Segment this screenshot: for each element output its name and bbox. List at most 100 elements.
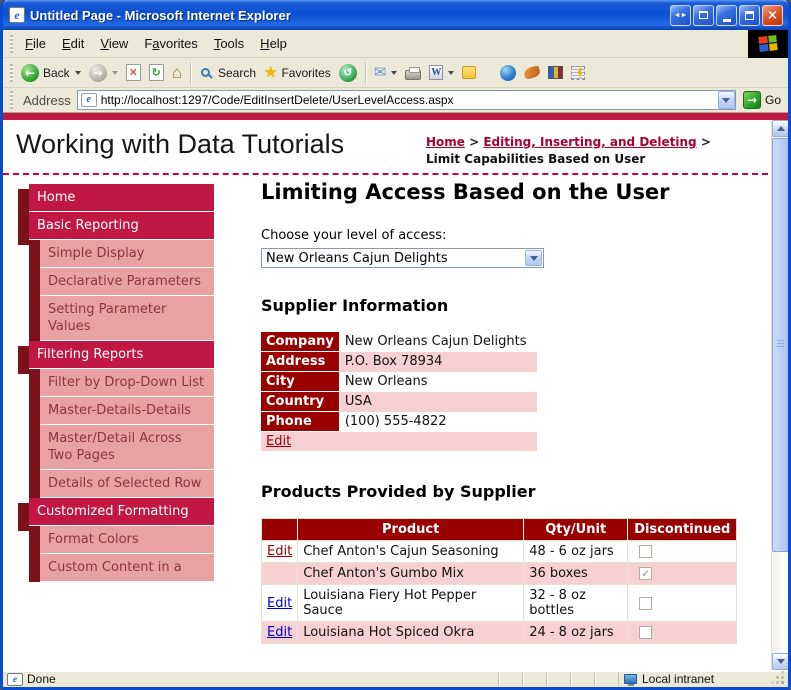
security-zone-pane: Local intranet	[618, 672, 768, 686]
menu-item-help[interactable]: Help	[252, 33, 295, 54]
product-edit-cell	[260, 562, 299, 585]
document-icon: e	[7, 672, 23, 686]
minimize-button[interactable]	[716, 4, 737, 26]
sidebar-item-customized-formatting[interactable]: Customized Formatting	[18, 498, 214, 531]
sidebar-item-master-details-details[interactable]: Master-Details-Details	[29, 397, 214, 425]
discuss-note-icon	[462, 66, 477, 79]
ie-page-icon: e	[9, 7, 25, 23]
forward-icon: →	[88, 63, 107, 82]
sidebar-item-format-colors[interactable]: Format Colors	[29, 526, 214, 554]
products-header-discontinued: Discontinued	[627, 518, 737, 541]
messenger-button[interactable]	[496, 63, 520, 83]
breadcrumb-separator: >	[464, 135, 484, 149]
supplier-field-value: New Orleans Cajun Delights	[344, 334, 527, 350]
sidebar-item-master-detail-across-two-pages[interactable]: Master/Detail Across Two Pages	[29, 425, 214, 470]
scroll-down-button[interactable]	[772, 653, 788, 670]
status-pane	[594, 672, 618, 686]
product-edit-link[interactable]: Edit	[267, 625, 292, 640]
supplier-field-value: P.O. Box 78934	[339, 351, 538, 372]
bird-icon	[523, 65, 542, 80]
mail-button[interactable]: ✉	[370, 63, 402, 82]
product-qty: 48 - 6 oz jars	[523, 540, 629, 563]
discontinued-checkbox[interactable]	[639, 545, 653, 558]
forward-button[interactable]: →	[85, 62, 122, 84]
product-edit-link[interactable]: Edit	[267, 596, 292, 611]
back-button[interactable]: ← Back	[17, 62, 85, 84]
favorites-button[interactable]: ★ Favorites	[260, 63, 335, 82]
sidebar-item-declarative-parameters[interactable]: Declarative Parameters	[29, 268, 214, 296]
addon-button[interactable]	[520, 65, 544, 80]
discontinued-checkbox[interactable]	[639, 626, 653, 639]
search-button[interactable]: Search	[195, 64, 260, 82]
product-edit-cell: Edit	[260, 621, 299, 644]
sidebar-item-home[interactable]: Home	[18, 184, 214, 217]
window-restore-extra-button[interactable]	[693, 4, 714, 26]
supplier-field-value: (100) 555-4822	[344, 414, 447, 429]
breadcrumb-current-limit-capabilities-based-on-user: Limit Capabilities Based on User	[426, 152, 646, 166]
status-pane	[546, 672, 570, 686]
sidebar-item-filter-by-drop-down-list[interactable]: Filter by Drop-Down List	[29, 369, 214, 397]
research-button[interactable]	[544, 64, 567, 81]
print-button[interactable]	[401, 64, 425, 82]
toolbar-grip[interactable]	[10, 63, 13, 82]
forward-dropdown-caret-icon	[111, 70, 118, 75]
discuss-button[interactable]	[458, 64, 480, 81]
browser-window: e Untitled Page - Microsoft Internet Exp…	[0, 0, 791, 690]
vertical-scrollbar[interactable]	[771, 120, 788, 670]
supplier-edit-row: Edit	[261, 431, 538, 451]
menu-item-file[interactable]: File	[17, 33, 54, 54]
resize-grip[interactable]	[772, 672, 786, 686]
sidebar-item-custom-content-in-a[interactable]: Custom Content in a	[29, 554, 214, 582]
refresh-button[interactable]: ↻	[145, 62, 168, 83]
window-icon	[699, 11, 708, 19]
sidebar-menu: Home Basic Reporting Simple Display Declara…	[18, 184, 214, 582]
go-label: Go	[764, 93, 781, 107]
breadcrumb-link-editing-inserting-and-deleting[interactable]: Editing, Inserting, and Deleting	[483, 135, 696, 149]
computer-icon	[624, 674, 637, 686]
menu-item-edit[interactable]: Edit	[54, 33, 92, 54]
status-bar: e Done Local intranet	[3, 670, 788, 687]
product-name: Louisiana Fiery Hot Pepper Sauce	[297, 584, 525, 622]
edit-with-word-button[interactable]: W	[425, 63, 458, 82]
sidebar-item-details-of-selected-row[interactable]: Details of Selected Row	[29, 470, 214, 498]
breadcrumb-link-home[interactable]: Home	[426, 135, 465, 149]
sidebar-item-simple-display[interactable]: Simple Display	[29, 240, 214, 268]
address-dropdown-button[interactable]	[717, 91, 735, 109]
toolbar-grip[interactable]	[10, 34, 13, 53]
sidebar-item-filtering-reports[interactable]: Filtering Reports	[18, 341, 214, 374]
maximize-button[interactable]	[739, 4, 760, 26]
history-button[interactable]: ↺	[335, 62, 361, 84]
scroll-up-button[interactable]	[772, 120, 788, 137]
select-dropdown-button[interactable]	[525, 250, 542, 266]
menu-item-view[interactable]: View	[92, 33, 136, 54]
chevron-up-icon	[776, 126, 785, 131]
product-edit-cell: Edit	[260, 540, 299, 563]
scrollbar-thumb[interactable]	[772, 138, 788, 552]
address-input[interactable]: e http://localhost:1297/Code/EditInsertD…	[76, 90, 736, 110]
books-icon	[548, 66, 564, 79]
discontinued-checkbox[interactable]	[639, 567, 653, 580]
home-button[interactable]: ⌂	[168, 62, 186, 83]
back-label: Back	[43, 65, 70, 80]
menu-item-favorites[interactable]: Favorites	[136, 33, 205, 54]
access-level-select[interactable]: New Orleans Cajun Delights	[261, 248, 544, 268]
menu-bar: File Edit View Favorites Tools Help	[3, 29, 788, 58]
go-button[interactable]: → Go	[740, 90, 784, 110]
toolbar-grip[interactable]	[10, 91, 13, 109]
access-level-label: Choose your level of access:	[261, 228, 447, 243]
script-debug-button[interactable]	[567, 64, 589, 82]
close-icon: ×	[767, 7, 778, 23]
windows-logo-throbber	[748, 29, 788, 58]
chevron-down-icon	[529, 255, 538, 261]
product-edit-link[interactable]: Edit	[267, 544, 292, 559]
sidebar-item-setting-parameter-values[interactable]: Setting Parameter Values	[29, 296, 214, 341]
sidebar-item-basic-reporting[interactable]: Basic Reporting	[18, 212, 214, 245]
supplier-edit-link[interactable]: Edit	[266, 434, 291, 449]
close-button[interactable]: ×	[762, 4, 783, 26]
site-title: Working with Data Tutorials	[16, 129, 345, 159]
discontinued-checkbox[interactable]	[639, 596, 653, 610]
product-row-chef-anton-s-gumbo-mix: Chef Anton's Gumbo Mix 36 boxes	[260, 562, 738, 585]
tile-horizontal-button[interactable]: ◄►	[670, 4, 691, 26]
stop-button[interactable]: ✕	[122, 62, 145, 83]
menu-item-tools[interactable]: Tools	[206, 33, 252, 54]
